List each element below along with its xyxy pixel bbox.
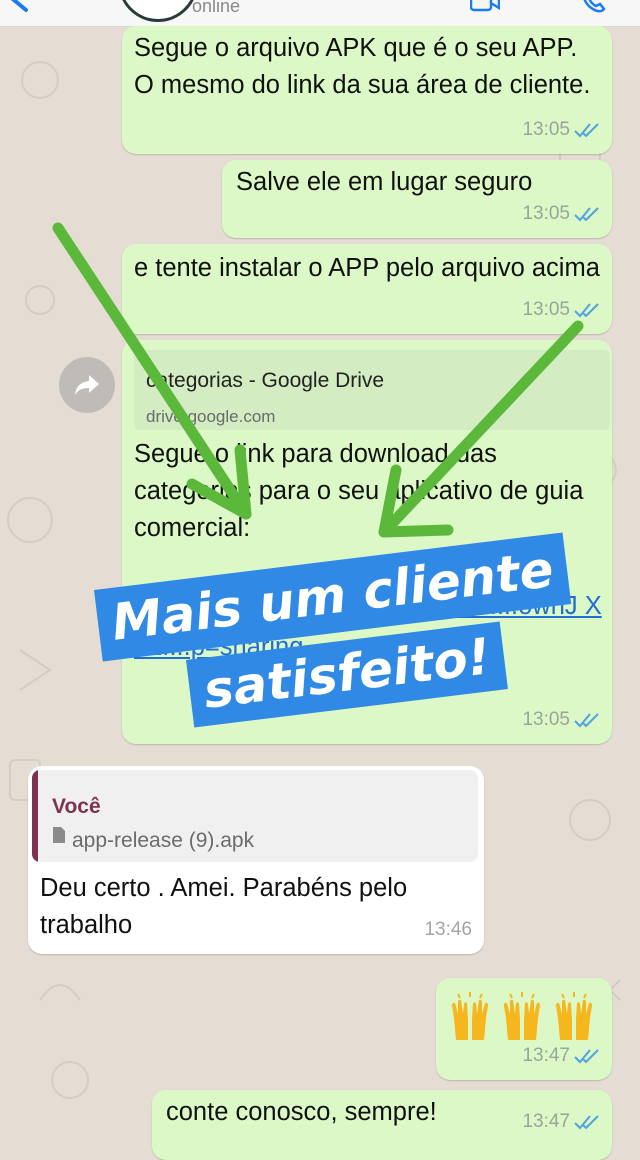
left-arrow-icon xyxy=(52,222,252,520)
right-arrow-icon xyxy=(378,320,584,538)
